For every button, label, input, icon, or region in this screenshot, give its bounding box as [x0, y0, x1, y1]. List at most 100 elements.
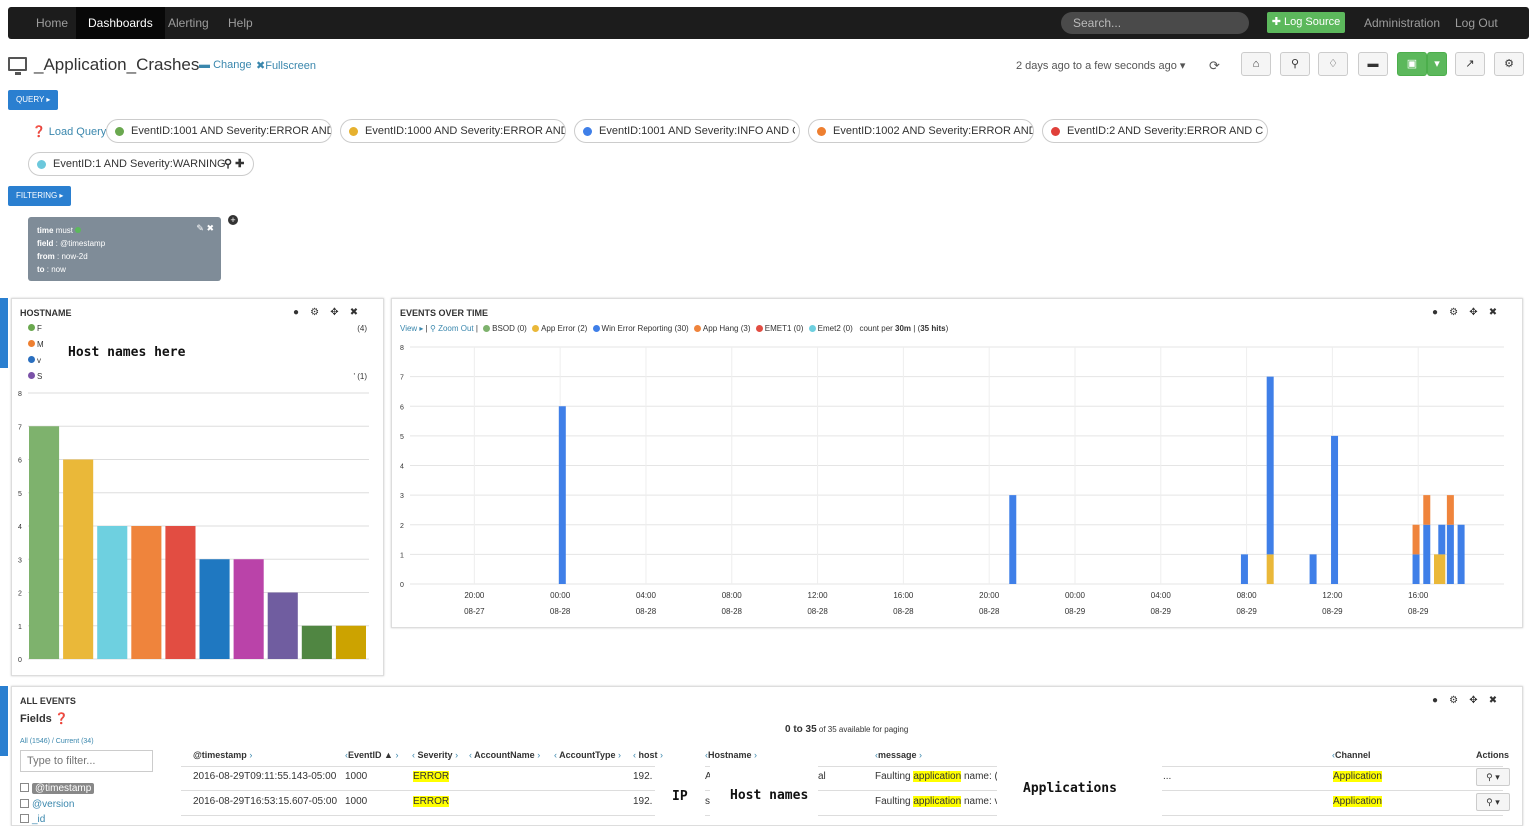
column-header-eventid[interactable]: ‹EventID ▲ ›	[345, 750, 398, 760]
x-tick-label: 08-29	[1065, 607, 1086, 616]
bar	[29, 426, 60, 659]
bar-segment	[1266, 554, 1274, 584]
query-pill-2[interactable]: EventID:1000 AND Severity:ERROR AND	[340, 119, 566, 143]
change-link[interactable]: ▬ Change	[199, 59, 252, 71]
legend-item[interactable]: M	[28, 340, 44, 349]
open-button[interactable]: ▬	[1358, 52, 1388, 76]
row-collapse-handle[interactable]	[0, 686, 8, 756]
column-header-message[interactable]: ‹message ›	[875, 750, 922, 760]
close-icon[interactable]: ✖	[1489, 695, 1497, 706]
query-pill-4[interactable]: EventID:1002 AND Severity:ERROR AND	[808, 119, 1034, 143]
info-icon[interactable]: ●	[1432, 307, 1438, 318]
y-tick-label: 2	[18, 591, 22, 598]
help-icon[interactable]: ❓	[55, 713, 69, 725]
gear-icon[interactable]: ⚙	[1449, 307, 1458, 318]
checkbox-icon[interactable]	[20, 799, 29, 808]
count-hits: 35 hits	[920, 324, 946, 333]
nav-administration[interactable]: Administration	[1364, 7, 1440, 39]
alert-button[interactable]: ♢	[1318, 52, 1348, 76]
move-icon[interactable]: ✥	[1469, 307, 1477, 318]
log-source-button[interactable]: ✚ Log Source	[1267, 12, 1345, 33]
column-header-channel[interactable]: ‹Channel	[1332, 750, 1371, 760]
save-button[interactable]: ▣	[1397, 52, 1427, 76]
monitor-icon	[8, 57, 27, 75]
column-header-timestamp[interactable]: @timestamp ›	[193, 750, 252, 760]
add-filter-icon[interactable]: +	[228, 215, 238, 225]
nav-logout[interactable]: Log Out	[1455, 7, 1498, 39]
search-button[interactable]: ⚲	[1280, 52, 1310, 76]
time-filter-card: ✎ ✖ time must field : @timestamp from : …	[28, 217, 221, 281]
row-actions-button[interactable]: ⚲ ▾	[1476, 793, 1510, 811]
move-icon[interactable]: ✥	[1469, 695, 1477, 706]
filtering-toggle-button[interactable]: FILTERING ▸	[8, 186, 72, 206]
query-pill-1[interactable]: EventID:1001 AND Severity:ERROR AND	[106, 119, 332, 143]
chevron-right-icon: ›	[919, 750, 923, 760]
query-text: EventID:1002 AND Severity:ERROR AND	[833, 125, 1034, 137]
nav-help[interactable]: Help	[228, 7, 253, 39]
close-icon[interactable]: ✖	[350, 307, 358, 318]
save-dropdown-button[interactable]: ▾	[1427, 52, 1447, 76]
settings-button[interactable]: ⚙	[1494, 52, 1524, 76]
field-filter-input[interactable]	[20, 750, 153, 772]
edit-icon[interactable]: ✎	[196, 223, 204, 233]
close-icon[interactable]: ✖	[206, 223, 214, 233]
field-item-version[interactable]: @version	[20, 799, 74, 810]
refresh-icon[interactable]: ⟳	[1209, 58, 1220, 74]
row-actions-button[interactable]: ⚲ ▾	[1476, 768, 1510, 786]
query-pill-6[interactable]: EventID:1 AND Severity:WARNING A	[28, 152, 254, 176]
checkbox-icon[interactable]	[20, 814, 29, 823]
field-item-timestamp[interactable]: @timestamp	[20, 783, 95, 794]
query-pill-5[interactable]: EventID:2 AND Severity:ERROR AND Cha	[1042, 119, 1268, 143]
column-header-hostname[interactable]: ‹Hostname ›	[705, 750, 757, 760]
hostname-panel: HOSTNAME ● ⚙ ✥ ✖ F (4) M v S ' (1) Host …	[11, 298, 384, 676]
y-tick-label: 8	[400, 345, 404, 352]
search-icon[interactable]: ⚲	[224, 158, 232, 170]
query-toggle-button[interactable]: QUERY ▸	[8, 90, 59, 110]
time-range-picker[interactable]: 2 days ago to a few seconds ago ▾	[1016, 59, 1185, 72]
column-header-host[interactable]: ‹ host ›	[633, 750, 663, 760]
legend-item[interactable]: EMET1 (0)	[753, 324, 803, 333]
info-icon[interactable]: ●	[1432, 695, 1438, 706]
field-item-id[interactable]: _id	[20, 814, 45, 825]
search-input[interactable]	[1061, 12, 1249, 34]
column-header-accounttype[interactable]: ‹ AccountType ›	[554, 750, 621, 760]
add-query-controls[interactable]: ⚲ ✚	[224, 157, 244, 170]
fullscreen-link[interactable]: ✖Fullscreen	[256, 59, 316, 72]
share-button[interactable]: ↗	[1455, 52, 1485, 76]
legend-item[interactable]: Win Error Reporting (30)	[590, 324, 689, 333]
legend-item[interactable]: F	[28, 324, 42, 333]
filter-active-dot[interactable]	[75, 227, 82, 233]
nav-home[interactable]: Home	[36, 7, 68, 39]
nav-dashboards[interactable]: Dashboards	[76, 7, 165, 39]
search-icon: ⚲	[1290, 58, 1300, 70]
filter-card-controls: ✎ ✖	[196, 222, 214, 235]
gear-icon[interactable]: ⚙	[310, 307, 319, 318]
column-header-accountname[interactable]: ‹ AccountName ›	[469, 750, 540, 760]
legend-item[interactable]: App Hang (3)	[691, 324, 751, 333]
zoom-out-label: Zoom Out	[438, 324, 474, 333]
column-header-severity[interactable]: ‹ Severity ›	[412, 750, 458, 760]
close-icon[interactable]: ✖	[1489, 307, 1497, 318]
row-collapse-handle[interactable]	[0, 298, 8, 368]
query-pill-3[interactable]: EventID:1001 AND Severity:INFO AND Ch	[574, 119, 800, 143]
legend-item[interactable]: Emet2 (0)	[806, 324, 853, 333]
legend-item[interactable]: v	[28, 356, 41, 365]
home-button[interactable]: ⌂	[1241, 52, 1271, 76]
all-current-toggle[interactable]: All (1546) / Current (34)	[20, 738, 94, 745]
nav-alerting[interactable]: Alerting	[168, 7, 209, 39]
plus-icon[interactable]: ✚	[235, 158, 244, 170]
legend-item[interactable]: BSOD (0)	[480, 324, 527, 333]
load-query-link[interactable]: ❓ Load Query	[32, 125, 106, 138]
view-menu[interactable]: View ▸	[400, 324, 423, 333]
info-icon[interactable]: ●	[293, 307, 299, 318]
legend-label: v	[37, 356, 41, 365]
checkbox-checked-icon[interactable]	[20, 783, 29, 792]
gear-icon[interactable]: ⚙	[1449, 695, 1458, 706]
cell-hostname-tail: al	[818, 771, 826, 782]
x-tick-label: 08-28	[979, 607, 1000, 616]
move-icon[interactable]: ✥	[330, 307, 338, 318]
legend-item[interactable]: App Error (2)	[529, 324, 587, 333]
legend-item[interactable]: S	[28, 372, 42, 381]
column-label: message	[878, 750, 917, 760]
zoom-out-link[interactable]: ⚲ Zoom Out	[430, 324, 474, 333]
